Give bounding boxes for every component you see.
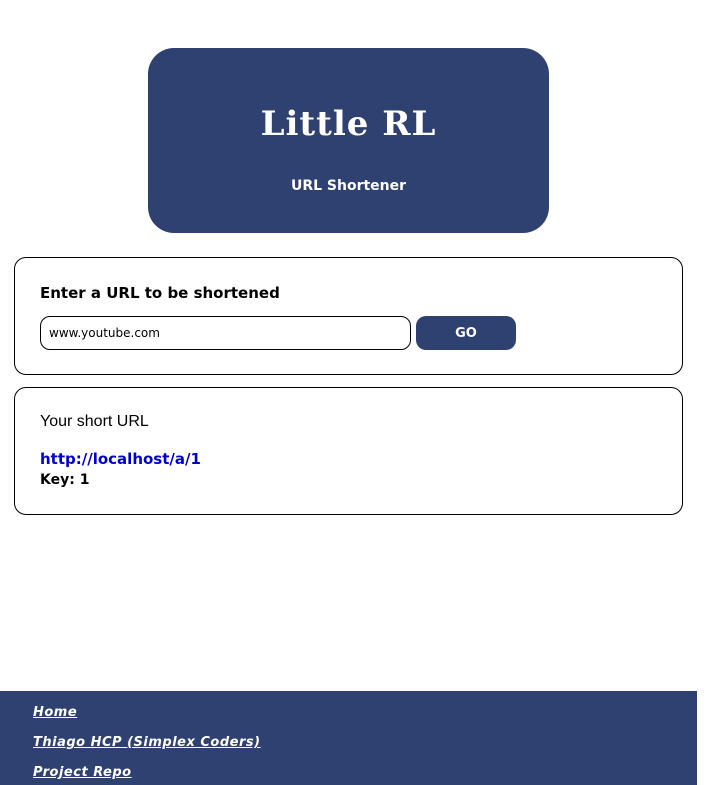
app-subtitle: URL Shortener xyxy=(290,178,407,194)
key-label: Key: 1 xyxy=(40,472,90,488)
footer: Home Thiago HCP (Simplex Coders) Project… xyxy=(0,691,697,785)
go-button[interactable]: GO xyxy=(416,316,516,350)
footer-link-project-repo[interactable]: Project Repo xyxy=(33,765,132,780)
header-card: Little RL URL Shortener xyxy=(148,48,549,233)
short-url-link[interactable]: http://localhost/a/1 xyxy=(40,450,201,468)
footer-link-author[interactable]: Thiago HCP (Simplex Coders) xyxy=(33,735,261,750)
url-input-label: Enter a URL to be shortened xyxy=(40,284,280,302)
shorten-form-card: Enter a URL to be shortened GO xyxy=(14,257,683,375)
app-title: Little RL xyxy=(260,104,437,144)
url-input[interactable] xyxy=(40,316,411,350)
footer-link-home[interactable]: Home xyxy=(33,705,77,720)
result-card: Your short URL http://localhost/a/1 Key:… xyxy=(14,387,683,515)
result-heading: Your short URL xyxy=(40,413,149,430)
